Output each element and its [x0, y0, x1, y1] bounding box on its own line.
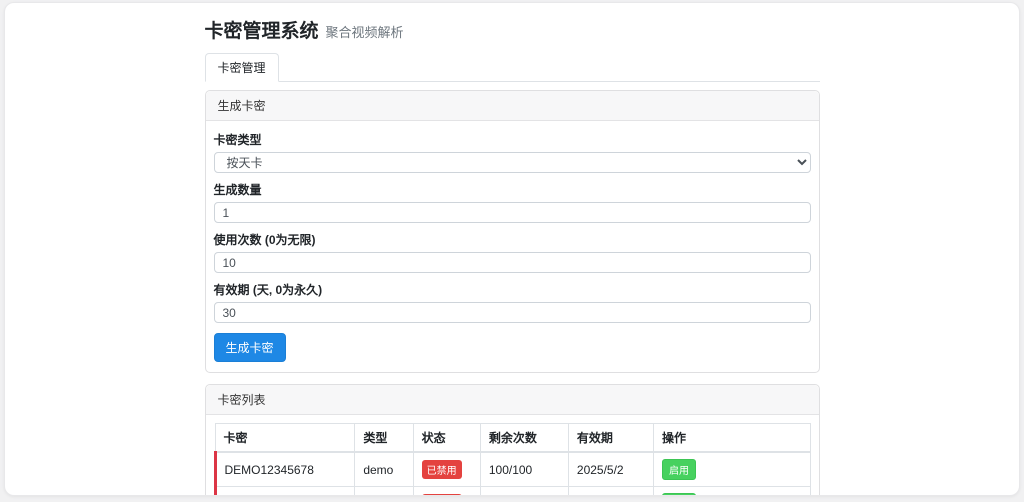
table-row: D6D87FF8EFE7 day 已禁用 8/10 2025/5/2 启用: [215, 487, 810, 497]
validity-label: 有效期 (天, 0为永久): [214, 281, 811, 298]
validity-input[interactable]: [214, 302, 811, 323]
tab-bar: 卡密管理: [205, 52, 820, 82]
table-header-row: 卡密 类型 状态 剩余次数 有效期 操作: [215, 424, 810, 453]
col-header-expiry: 有效期: [568, 424, 653, 453]
generate-button[interactable]: 生成卡密: [214, 333, 286, 362]
cell-remaining: 8/10: [480, 487, 568, 497]
page-subtitle: 聚合视频解析: [326, 22, 404, 41]
col-header-type: 类型: [355, 424, 413, 453]
status-badge: 已禁用: [422, 494, 462, 496]
quantity-input[interactable]: [214, 202, 811, 223]
tab-card-key-management[interactable]: 卡密管理: [205, 53, 279, 82]
card-type-label: 卡密类型: [214, 131, 811, 148]
list-panel-body: 卡密 类型 状态 剩余次数 有效期 操作 DEMO12345678 demo: [206, 415, 819, 496]
generate-panel-title: 生成卡密: [206, 91, 819, 121]
cell-action: 启用: [653, 452, 810, 487]
cell-type: day: [355, 487, 413, 497]
list-panel-title: 卡密列表: [206, 385, 819, 415]
status-badge: 已禁用: [422, 460, 462, 479]
cell-expiry: 2025/5/2: [568, 487, 653, 497]
list-panel: 卡密列表 卡密 类型 状态 剩余次数 有效期 操作: [205, 384, 820, 496]
col-header-remaining: 剩余次数: [480, 424, 568, 453]
page-title: 卡密管理系统: [205, 16, 319, 43]
cell-action: 启用: [653, 487, 810, 497]
cell-status: 已禁用: [413, 487, 480, 497]
card-key-table: 卡密 类型 状态 剩余次数 有效期 操作 DEMO12345678 demo: [214, 423, 811, 496]
col-header-status: 状态: [413, 424, 480, 453]
cell-expiry: 2025/5/2: [568, 452, 653, 487]
generate-panel: 生成卡密 卡密类型 按天卡 生成数量 使用次数 (0为无限) 有效期 (天, 0…: [205, 90, 820, 373]
enable-button[interactable]: 启用: [662, 459, 696, 480]
main-container: 卡密管理系统 聚合视频解析 卡密管理 生成卡密 卡密类型 按天卡 生成数量 使用…: [205, 3, 820, 496]
cell-type: demo: [355, 452, 413, 487]
card-type-select[interactable]: 按天卡: [214, 152, 811, 173]
cell-key: D6D87FF8EFE7: [215, 487, 355, 497]
enable-button[interactable]: 启用: [662, 493, 696, 496]
usage-count-input[interactable]: [214, 252, 811, 273]
generate-form: 卡密类型 按天卡 生成数量 使用次数 (0为无限) 有效期 (天, 0为永久) …: [206, 121, 819, 372]
cell-status: 已禁用: [413, 452, 480, 487]
app-window: 卡密管理系统 聚合视频解析 卡密管理 生成卡密 卡密类型 按天卡 生成数量 使用…: [4, 2, 1020, 496]
col-header-action: 操作: [653, 424, 810, 453]
page-header: 卡密管理系统 聚合视频解析: [205, 16, 820, 43]
usage-count-label: 使用次数 (0为无限): [214, 231, 811, 248]
cell-key: DEMO12345678: [215, 452, 355, 487]
col-header-key: 卡密: [215, 424, 355, 453]
quantity-label: 生成数量: [214, 181, 811, 198]
table-row: DEMO12345678 demo 已禁用 100/100 2025/5/2 启…: [215, 452, 810, 487]
cell-remaining: 100/100: [480, 452, 568, 487]
